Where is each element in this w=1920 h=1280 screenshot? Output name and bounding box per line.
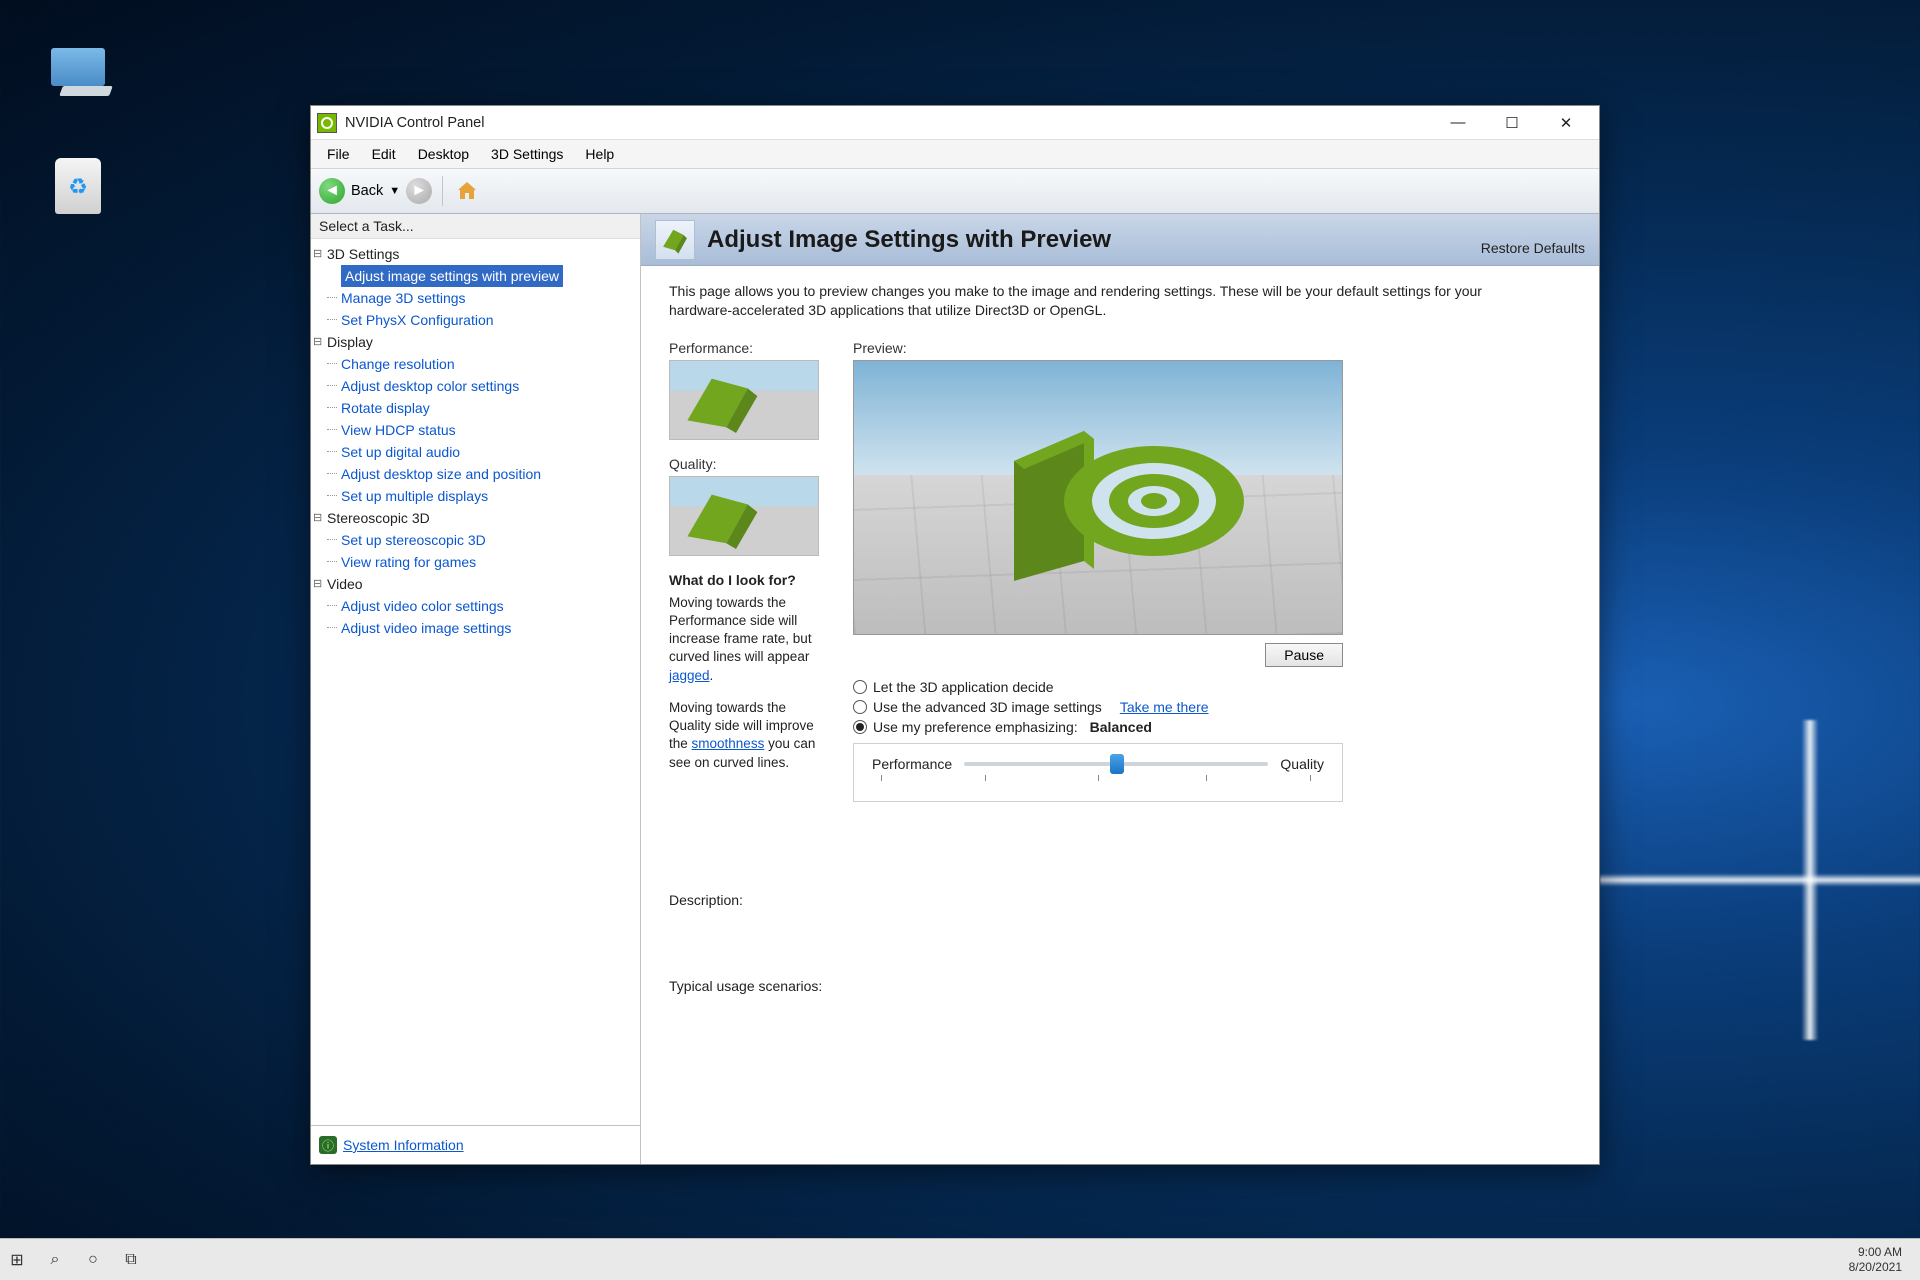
- minimize-button[interactable]: ―: [1431, 108, 1485, 138]
- restore-defaults-link[interactable]: Restore Defaults: [1481, 240, 1585, 256]
- clock-date: 8/20/2021: [1849, 1260, 1902, 1274]
- tree-item-video-image[interactable]: Adjust video image settings: [319, 617, 640, 639]
- typical-usage-label: Typical usage scenarios:: [669, 978, 1571, 994]
- smoothness-link[interactable]: smoothness: [692, 736, 765, 751]
- tree-item-color-settings[interactable]: Adjust desktop color settings: [319, 375, 640, 397]
- tree-item-video-color[interactable]: Adjust video color settings: [319, 595, 640, 617]
- tree-item-adjust-image-settings[interactable]: Adjust image settings with preview: [341, 265, 563, 287]
- tree-item-rating-games[interactable]: View rating for games: [319, 551, 640, 573]
- tree-cat-stereo3d[interactable]: Stereoscopic 3D: [319, 507, 640, 529]
- quality-thumbnail[interactable]: [669, 476, 819, 556]
- task-view-icon[interactable]: ⧉: [122, 1251, 140, 1269]
- jagged-link[interactable]: jagged: [669, 668, 710, 683]
- lookfor-p1: Moving towards the Performance side will…: [669, 594, 829, 685]
- performance-thumbnail[interactable]: [669, 360, 819, 440]
- radio-label-3: Use my preference emphasizing:: [873, 719, 1078, 735]
- page-title: Adjust Image Settings with Preview: [707, 226, 1111, 254]
- preview-viewport: [853, 360, 1343, 635]
- tree-cat-display[interactable]: Display: [319, 331, 640, 353]
- menu-file[interactable]: File: [317, 144, 360, 164]
- wallpaper-light: [1600, 720, 1920, 1040]
- menu-edit[interactable]: Edit: [362, 144, 406, 164]
- menu-3d-settings[interactable]: 3D Settings: [481, 144, 573, 164]
- radio-let-app-decide[interactable]: [853, 680, 867, 694]
- home-icon: [455, 179, 479, 203]
- tree-item-size-position[interactable]: Adjust desktop size and position: [319, 463, 640, 485]
- back-dropdown-icon[interactable]: ▼: [389, 185, 400, 197]
- maximize-button[interactable]: ☐: [1485, 108, 1539, 138]
- slider-thumb[interactable]: [1110, 754, 1124, 774]
- start-button[interactable]: ⊞: [8, 1251, 26, 1269]
- desktop-icon-this-pc[interactable]: [38, 48, 118, 90]
- preference-value: Balanced: [1090, 719, 1152, 735]
- taskbar[interactable]: ⊞ ⌕ ○ ⧉ 9:00 AM 8/20/2021: [0, 1238, 1920, 1280]
- menu-desktop[interactable]: Desktop: [408, 144, 479, 164]
- back-icon: ◄: [319, 178, 345, 204]
- menubar: File Edit Desktop 3D Settings Help: [311, 140, 1599, 168]
- slider-ticks: [872, 775, 1324, 783]
- page-header: Adjust Image Settings with Preview Resto…: [641, 214, 1599, 266]
- home-button[interactable]: [453, 178, 481, 204]
- tree-item-physx[interactable]: Set PhysX Configuration: [319, 309, 640, 331]
- back-button[interactable]: ◄ Back ▼: [319, 178, 400, 204]
- titlebar[interactable]: NVIDIA Control Panel ― ☐ ✕: [311, 106, 1599, 140]
- tree-item-hdcp[interactable]: View HDCP status: [319, 419, 640, 441]
- tree-cat-3d-settings[interactable]: 3D Settings: [319, 243, 640, 265]
- nvidia-3d-logo: [944, 391, 1264, 611]
- cortana-icon[interactable]: ○: [84, 1251, 102, 1269]
- close-button[interactable]: ✕: [1539, 108, 1593, 138]
- preference-slider-box: Performance Quality: [853, 743, 1343, 802]
- tree-item-rotate-display[interactable]: Rotate display: [319, 397, 640, 419]
- quality-label: Quality:: [669, 456, 829, 472]
- performance-label: Performance:: [669, 340, 829, 356]
- tree-item-manage-3d[interactable]: Manage 3D settings: [319, 287, 640, 309]
- system-tray[interactable]: 9:00 AM 8/20/2021: [1849, 1245, 1912, 1274]
- radio-my-preference[interactable]: [853, 720, 867, 734]
- tree-item-digital-audio[interactable]: Set up digital audio: [319, 441, 640, 463]
- radio-label-1: Let the 3D application decide: [873, 679, 1054, 695]
- tree-cat-video[interactable]: Video: [319, 573, 640, 595]
- intro-text: This page allows you to preview changes …: [669, 282, 1489, 320]
- tree-item-change-resolution[interactable]: Change resolution: [319, 353, 640, 375]
- sidebar-heading: Select a Task...: [311, 214, 640, 239]
- window-title: NVIDIA Control Panel: [345, 115, 484, 131]
- preview-label: Preview:: [853, 340, 1343, 356]
- desktop-icon-recycle-bin[interactable]: [38, 158, 118, 214]
- forward-button[interactable]: ►: [406, 178, 432, 204]
- pause-button[interactable]: Pause: [1265, 643, 1343, 667]
- tree-item-setup-stereo3d[interactable]: Set up stereoscopic 3D: [319, 529, 640, 551]
- lookfor-title: What do I look for?: [669, 572, 829, 588]
- sidebar-footer: ⓘ System Information: [311, 1126, 640, 1164]
- page-header-icon: [655, 220, 695, 260]
- menu-help[interactable]: Help: [575, 144, 624, 164]
- take-me-there-link[interactable]: Take me there: [1120, 699, 1209, 715]
- sidebar: Select a Task... 3D Settings Adjust imag…: [311, 214, 641, 1164]
- main-panel: Adjust Image Settings with Preview Resto…: [641, 214, 1599, 1164]
- description-label: Description:: [669, 892, 1571, 908]
- preference-slider[interactable]: [964, 762, 1268, 766]
- info-icon: ⓘ: [319, 1136, 337, 1154]
- toolbar-separator: [442, 176, 443, 206]
- toolbar: ◄ Back ▼ ►: [311, 168, 1599, 214]
- system-information-link[interactable]: System Information: [343, 1137, 464, 1153]
- task-tree: 3D Settings Adjust image settings with p…: [311, 239, 640, 649]
- slider-right-label: Quality: [1280, 756, 1324, 772]
- radio-label-2: Use the advanced 3D image settings: [873, 699, 1102, 715]
- slider-left-label: Performance: [872, 756, 952, 772]
- back-label: Back: [351, 183, 383, 199]
- tree-item-multiple-displays[interactable]: Set up multiple displays: [319, 485, 640, 507]
- radio-advanced-settings[interactable]: [853, 700, 867, 714]
- nvidia-icon: [317, 113, 337, 133]
- mode-radios: Let the 3D application decide Use the ad…: [853, 677, 1343, 737]
- nvidia-control-panel-window: NVIDIA Control Panel ― ☐ ✕ File Edit Des…: [310, 105, 1600, 1165]
- clock-time: 9:00 AM: [1849, 1245, 1902, 1259]
- lookfor-p2: Moving towards the Quality side will imp…: [669, 699, 829, 772]
- search-icon[interactable]: ⌕: [46, 1251, 64, 1269]
